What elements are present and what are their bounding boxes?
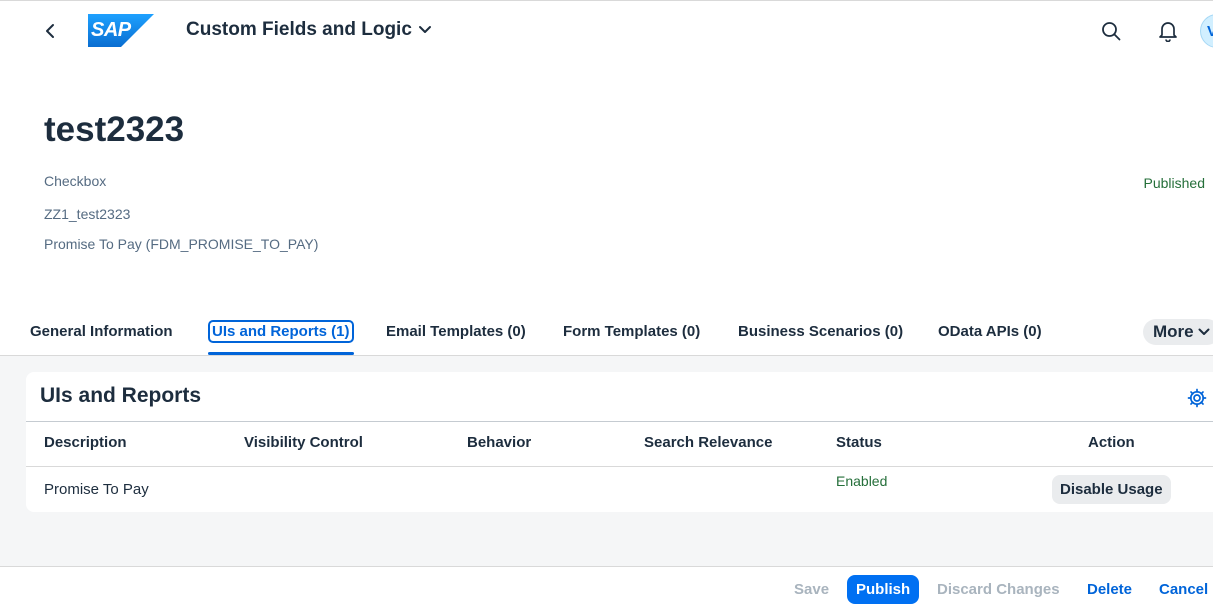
save-button[interactable]: Save [794, 575, 829, 604]
table-header: Description Visibility Control Behavior … [26, 421, 1213, 467]
tab-odata-apis[interactable]: OData APIs (0) [936, 320, 1044, 343]
field-identifier: ZZ1_test2323 [44, 206, 131, 222]
table-settings-button[interactable] [1186, 387, 1208, 409]
more-label: More [1153, 322, 1194, 341]
delete-button[interactable]: Delete [1087, 575, 1132, 604]
business-context: Promise To Pay (FDM_PROMISE_TO_PAY) [44, 236, 319, 252]
search-button[interactable] [1099, 19, 1123, 43]
app-title: Custom Fields and Logic [186, 19, 412, 40]
column-description[interactable]: Description [44, 434, 127, 451]
shell-bar: SAP Custom Fields and Logic V [0, 0, 1213, 60]
tab-uis-and-reports[interactable]: UIs and Reports (1) [208, 320, 354, 343]
bell-icon [1159, 22, 1177, 42]
column-search-relevance[interactable]: Search Relevance [644, 434, 772, 451]
app-title-menu[interactable]: Custom Fields and Logic [186, 19, 432, 41]
section-title: UIs and Reports [40, 384, 202, 407]
discard-changes-button[interactable]: Discard Changes [937, 575, 1060, 604]
tab-form-templates[interactable]: Form Templates (0) [561, 320, 702, 343]
logo-text: SAP [91, 19, 131, 41]
sap-logo[interactable]: SAP [88, 14, 154, 47]
row-description: Promise To Pay [44, 481, 149, 498]
uis-reports-section: UIs and Reports Description Visibility C… [26, 372, 1213, 512]
notifications-button[interactable] [1156, 19, 1180, 43]
page-title: test2323 [44, 110, 185, 149]
gear-icon [1187, 388, 1207, 408]
user-avatar[interactable]: V [1200, 14, 1213, 48]
chevron-down-icon [1198, 328, 1210, 335]
row-status: Enabled [836, 473, 888, 489]
tab-email-templates[interactable]: Email Templates (0) [384, 320, 528, 343]
tab-bar: General Information UIs and Reports (1) … [0, 308, 1213, 356]
avatar-initial: V [1207, 22, 1213, 40]
active-tab-indicator [208, 352, 354, 355]
tab-business-scenarios[interactable]: Business Scenarios (0) [736, 320, 905, 343]
publish-button[interactable]: Publish [847, 575, 920, 604]
chevron-down-icon [418, 26, 431, 33]
column-visibility-control[interactable]: Visibility Control [244, 434, 363, 451]
back-button[interactable] [36, 15, 64, 47]
more-tabs-button[interactable]: More [1143, 319, 1213, 345]
column-behavior[interactable]: Behavior [467, 434, 531, 451]
tab-general-information[interactable]: General Information [28, 320, 175, 343]
table-row[interactable]: Promise To Pay Enabled Disable Usage [26, 467, 1213, 512]
cancel-button[interactable]: Cancel [1159, 575, 1208, 604]
search-icon [1102, 22, 1121, 41]
column-status[interactable]: Status [836, 434, 882, 451]
disable-usage-button[interactable]: Disable Usage [1052, 475, 1171, 504]
footer-toolbar: Save Publish Discard Changes Delete Canc… [0, 566, 1213, 607]
column-action[interactable]: Action [1088, 434, 1135, 451]
field-type: Checkbox [44, 173, 107, 189]
chevron-left-icon [46, 24, 54, 38]
status-badge: Published [1143, 175, 1206, 191]
